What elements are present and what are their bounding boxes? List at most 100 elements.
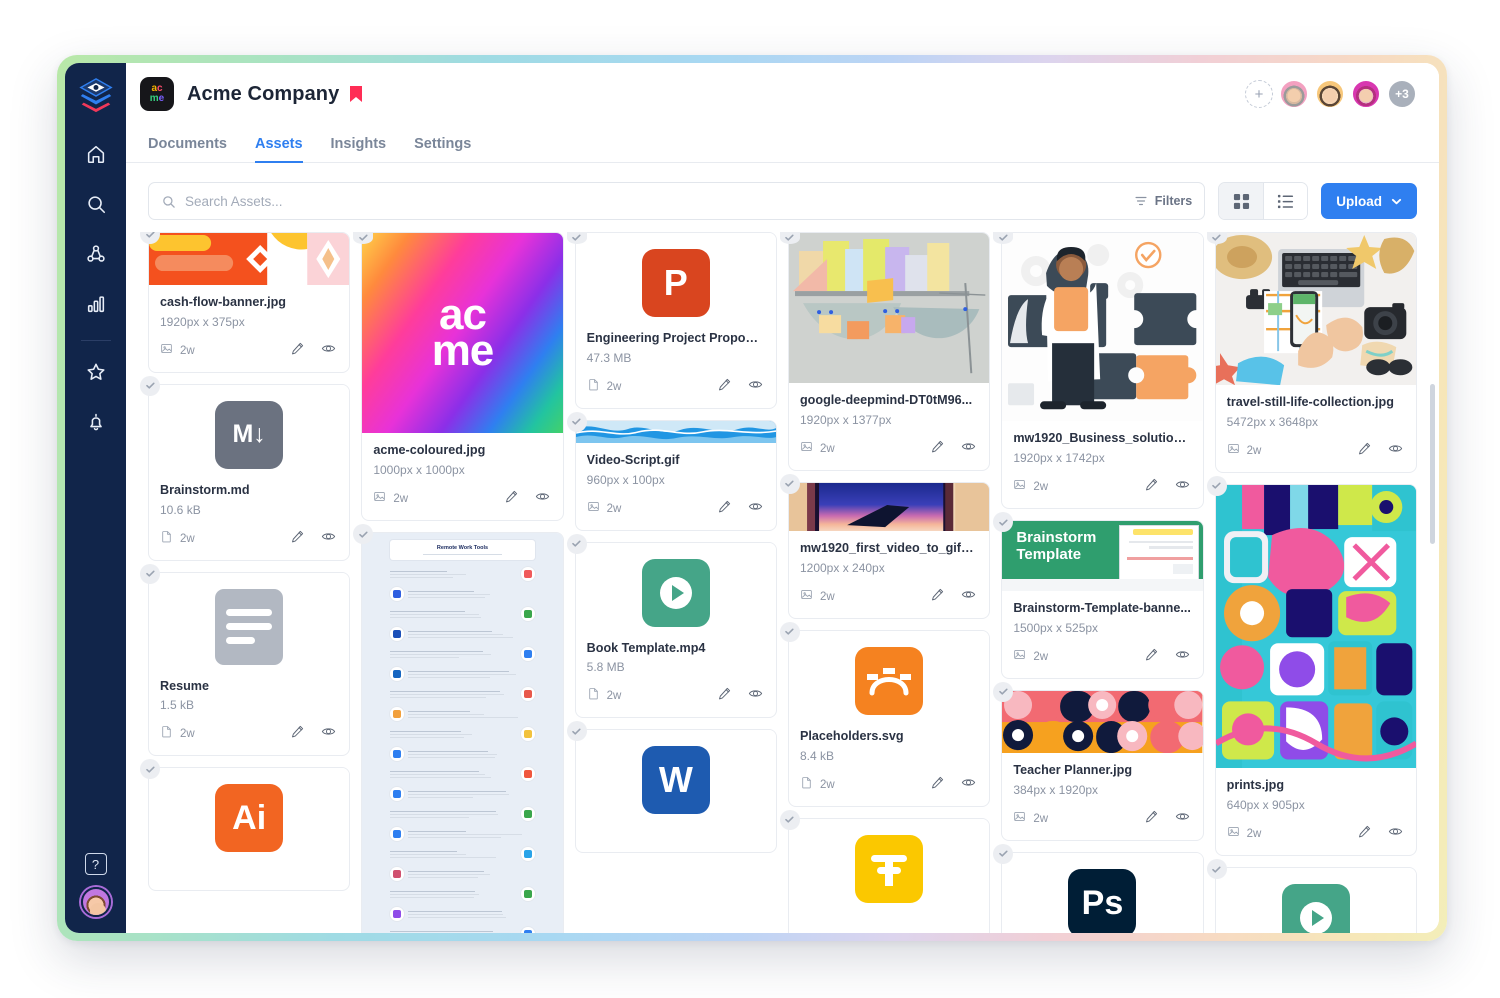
asset-card[interactable]: Teacher Planner.jpg 384px x 1920px 2w: [993, 681, 1204, 841]
card-select-checkbox[interactable]: [140, 563, 160, 584]
asset-card[interactable]: M↓ Brainstorm.md 10.6 kB 2w: [140, 375, 351, 561]
preview-icon[interactable]: [321, 341, 336, 361]
card-select-checkbox[interactable]: [779, 621, 800, 642]
asset-card-body: google-deepmind-DT0tM96... 1920px x 1377…: [789, 383, 989, 427]
upload-button[interactable]: Upload: [1321, 183, 1417, 219]
edit-icon[interactable]: [717, 377, 732, 397]
asset-age: 2w: [819, 590, 835, 603]
preview-icon[interactable]: [748, 377, 763, 397]
preview-icon[interactable]: [321, 529, 336, 549]
asset-card[interactable]: Video-Script.gif 960px x 100px 2w: [566, 411, 777, 531]
preview-icon[interactable]: [1175, 809, 1190, 829]
sidebar-item-home[interactable]: [77, 135, 115, 173]
card-select-checkbox[interactable]: [1206, 475, 1227, 496]
asset-card[interactable]: W: [566, 721, 777, 854]
card-select-checkbox[interactable]: [566, 411, 587, 432]
asset-card[interactable]: Remote Work Tools: [353, 524, 564, 933]
member-stack: + +3: [1245, 79, 1417, 109]
edit-icon[interactable]: [930, 587, 945, 607]
member-avatar-1[interactable]: [1279, 79, 1309, 109]
edit-icon[interactable]: [1357, 824, 1372, 844]
edit-icon[interactable]: [1144, 647, 1159, 667]
edit-icon[interactable]: [504, 489, 519, 509]
asset-card[interactable]: Ai: [140, 759, 351, 892]
layers-logo[interactable]: [77, 77, 115, 117]
asset-card[interactable]: Brainstorm Template Brainstorm-Template-b…: [993, 512, 1204, 679]
edit-icon[interactable]: [930, 439, 945, 459]
asset-card[interactable]: [1206, 859, 1417, 933]
edit-icon[interactable]: [717, 686, 732, 706]
vertical-scrollbar[interactable]: [1430, 384, 1435, 544]
asset-card[interactable]: P Engineering Project Proposal... 47.3 M…: [353, 232, 777, 933]
preview-icon[interactable]: [748, 686, 763, 706]
preview-icon[interactable]: [1388, 824, 1403, 844]
card-select-checkbox[interactable]: [566, 533, 587, 554]
sidebar-item-search[interactable]: [77, 185, 115, 223]
tab-assets[interactable]: Assets: [254, 136, 303, 163]
filters-button[interactable]: Filters: [1134, 194, 1192, 208]
card-select-checkbox[interactable]: [779, 809, 800, 830]
sidebar-item-network[interactable]: [77, 235, 115, 273]
search-box[interactable]: Filters: [148, 182, 1206, 220]
asset-card[interactable]: cash-flow-banner.jpg 1920px x 375px 2w: [140, 232, 351, 373]
card-select-checkbox[interactable]: [566, 721, 587, 742]
asset-card[interactable]: travel-still-life-collection.jpg 5472px …: [993, 232, 1417, 933]
edit-icon[interactable]: [930, 775, 945, 795]
workspace-logo[interactable]: ac me: [140, 77, 174, 111]
sidebar-item-analytics[interactable]: [77, 285, 115, 323]
tab-documents[interactable]: Documents: [148, 136, 227, 163]
edit-icon[interactable]: [1357, 441, 1372, 461]
asset-card[interactable]: prints.jpg 640px x 905px 2w: [1206, 475, 1417, 857]
app-frame: ? ac me Acme Company + +3 Documents Asse…: [57, 55, 1447, 941]
assets-grid-wrapper[interactable]: cash-flow-banner.jpg 1920px x 375px 2w M…: [126, 232, 1439, 933]
list-view-button[interactable]: [1263, 183, 1308, 219]
member-avatar-3[interactable]: [1351, 79, 1381, 109]
asset-name: Teacher Planner.jpg: [1013, 762, 1133, 777]
asset-card[interactable]: Resume 1.5 kB 2w: [140, 563, 351, 757]
asset-card[interactable]: Ps: [993, 843, 1204, 933]
sidebar-item-notifications[interactable]: [77, 403, 115, 441]
account-avatar[interactable]: [80, 887, 111, 917]
help-icon[interactable]: ?: [84, 853, 107, 875]
preview-icon[interactable]: [961, 587, 976, 607]
card-select-checkbox[interactable]: [1206, 859, 1227, 880]
member-avatar-2[interactable]: [1315, 79, 1345, 109]
preview-icon[interactable]: [961, 775, 976, 795]
members-overflow-badge[interactable]: +3: [1387, 79, 1417, 109]
sidebar-item-favourites[interactable]: [77, 353, 115, 391]
edit-icon[interactable]: [1144, 477, 1159, 497]
asset-card[interactable]: mw1920_Business_solution-... 1920px x 17…: [779, 232, 1204, 933]
edit-icon[interactable]: [717, 499, 732, 519]
edit-icon[interactable]: [290, 529, 305, 549]
preview-icon[interactable]: [321, 724, 336, 744]
asset-actions: [717, 377, 765, 397]
preview-icon[interactable]: [535, 489, 550, 509]
preview-icon[interactable]: [1388, 441, 1403, 461]
preview-icon[interactable]: [1175, 477, 1190, 497]
preview-icon[interactable]: [961, 439, 976, 459]
edit-icon[interactable]: [290, 341, 305, 361]
rail-bottom-group: ?: [65, 853, 126, 917]
image-type-icon: [587, 500, 600, 518]
asset-card[interactable]: Placeholders.svg 8.4 kB 2w: [779, 621, 991, 807]
bookmark-flag-icon[interactable]: [350, 86, 363, 102]
edit-icon[interactable]: [290, 724, 305, 744]
asset-card[interactable]: google-deepmind-DT0tM96... 1920px x 1377…: [566, 232, 991, 933]
preview-icon[interactable]: [748, 499, 763, 519]
search-input[interactable]: [185, 193, 1134, 209]
asset-card[interactable]: ac me acme-coloured.jpg 1000px x 1000px 2…: [140, 232, 564, 933]
asset-card[interactable]: Book Template.mp4 5.8 MB 2w: [566, 533, 777, 719]
rail-divider: [80, 340, 111, 341]
asset-card[interactable]: mw1920_first_video_to_gif_5... 1200px x …: [779, 473, 991, 619]
asset-name: google-deepmind-DT0tM96...: [799, 393, 973, 408]
preview-icon[interactable]: [1175, 647, 1190, 667]
tab-insights[interactable]: Insights: [331, 136, 387, 163]
card-select-checkbox[interactable]: [779, 473, 800, 494]
asset-card[interactable]: [779, 809, 991, 933]
tab-settings[interactable]: Settings: [414, 136, 471, 163]
card-select-checkbox[interactable]: [140, 375, 160, 396]
grid-view-button[interactable]: [1219, 183, 1264, 219]
edit-icon[interactable]: [1144, 809, 1159, 829]
card-select-checkbox[interactable]: [993, 843, 1014, 864]
add-member-button[interactable]: +: [1245, 80, 1273, 108]
